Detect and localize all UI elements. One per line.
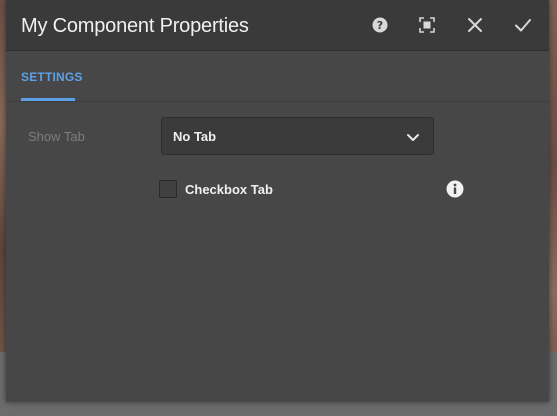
checkbox-tab-checkbox[interactable] xyxy=(159,180,177,198)
info-icon[interactable] xyxy=(446,180,464,198)
tab-settings[interactable]: SETTINGS xyxy=(21,51,82,102)
tab-settings-label: SETTINGS xyxy=(21,69,83,84)
fullscreen-button[interactable] xyxy=(414,12,440,38)
dialog-titlebar: My Component Properties ? xyxy=(6,0,549,51)
checkbox-tab-label[interactable]: Checkbox Tab xyxy=(185,182,273,197)
help-button[interactable]: ? xyxy=(367,12,393,38)
show-tab-select[interactable]: No Tab xyxy=(161,117,434,155)
show-tab-label: Show Tab xyxy=(28,129,85,144)
active-tab-indicator xyxy=(21,98,75,101)
show-tab-selected-value: No Tab xyxy=(173,129,217,144)
done-button[interactable] xyxy=(510,12,536,38)
tab-bar: SETTINGS xyxy=(6,51,549,102)
chevron-down-icon xyxy=(407,134,419,141)
dialog-title: My Component Properties xyxy=(21,15,249,37)
close-button[interactable] xyxy=(462,12,488,38)
properties-dialog: My Component Properties ? SETTINGS Show … xyxy=(6,0,549,402)
svg-text:?: ? xyxy=(377,19,383,32)
fullscreen-icon xyxy=(419,17,435,33)
help-circle-icon: ? xyxy=(372,17,388,33)
checkmark-icon xyxy=(515,19,531,32)
close-icon xyxy=(468,18,482,32)
